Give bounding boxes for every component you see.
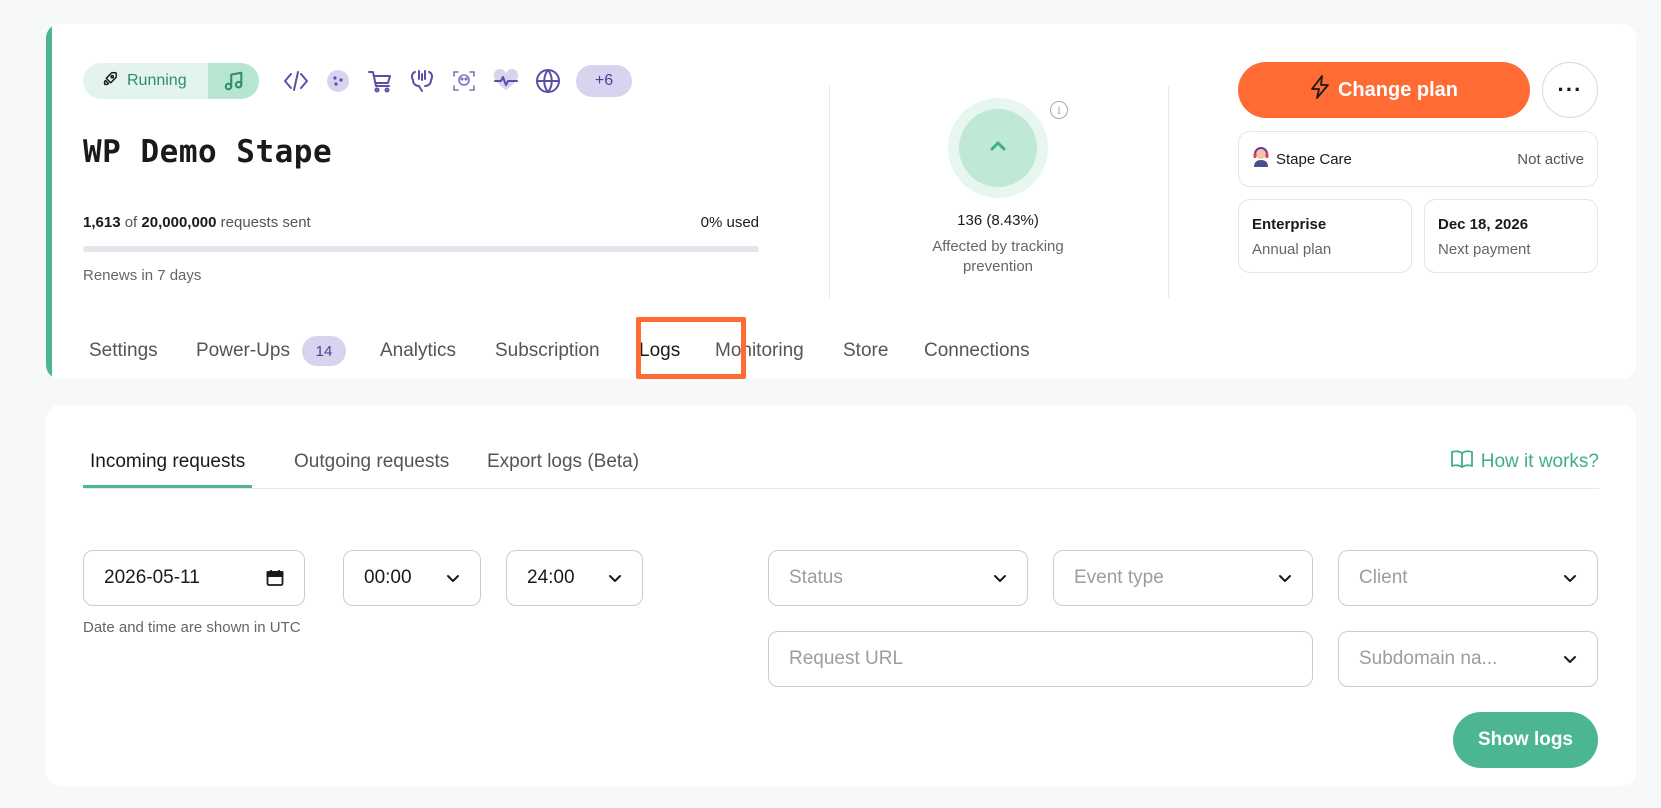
- event-type-placeholder: Event type: [1074, 567, 1164, 588]
- date-picker[interactable]: 2026-05-11: [83, 550, 305, 606]
- power-ups-count-badge: 14: [301, 336, 346, 366]
- tab-connections[interactable]: Connections: [924, 324, 1030, 378]
- of-text: of: [124, 214, 138, 231]
- tab-monitoring[interactable]: Monitoring: [715, 324, 804, 378]
- tab-analytics[interactable]: Analytics: [380, 324, 456, 378]
- event-type-select[interactable]: Event type: [1053, 550, 1313, 606]
- time-from-select[interactable]: 00:00: [343, 550, 481, 606]
- chevron-down-icon: [1278, 574, 1292, 583]
- request-url-placeholder: Request URL: [789, 648, 904, 669]
- status-placeholder: Status: [789, 567, 843, 588]
- status-pill[interactable]: Running: [83, 63, 259, 99]
- tab-label: Settings: [89, 340, 158, 361]
- chevron-up-icon: [988, 139, 1008, 158]
- brain-icon[interactable]: [408, 67, 436, 95]
- tab-export-logs[interactable]: Export logs (Beta): [480, 438, 646, 486]
- plan-box: Enterprise Annual plan: [1238, 199, 1412, 273]
- info-icon[interactable]: i: [1050, 101, 1068, 119]
- usage-progress-bar: [83, 246, 759, 252]
- usage-percent: 0% used: [700, 214, 759, 231]
- renews-text: Renews in 7 days: [83, 267, 202, 284]
- tab-incoming-requests[interactable]: Incoming requests: [83, 438, 253, 488]
- tab-label: Logs: [639, 340, 681, 361]
- tab-settings[interactable]: Settings: [89, 324, 158, 378]
- cookie-icon[interactable]: [324, 67, 352, 95]
- face-scan-icon[interactable]: [450, 67, 478, 95]
- chevron-down-icon: [446, 574, 460, 583]
- more-power-ups-badge[interactable]: +6: [576, 65, 632, 97]
- how-it-works-label: How it works?: [1480, 451, 1599, 472]
- music-icon: [208, 63, 259, 99]
- stape-care-label: Stape Care: [1276, 150, 1352, 168]
- code-icon[interactable]: [282, 67, 310, 95]
- chevron-down-icon: [1563, 574, 1577, 583]
- globe-icon[interactable]: [534, 67, 562, 95]
- tab-label: Subscription: [495, 340, 600, 361]
- logs-sub-tabs: Incoming requests Outgoing requests Expo…: [83, 438, 1599, 489]
- container-card: Running +6 WP Demo Stape 1,613 of 20,000…: [46, 24, 1636, 379]
- rocket-icon: [101, 70, 119, 93]
- time-from-value: 00:00: [364, 567, 412, 588]
- heartbeat-icon[interactable]: [492, 67, 520, 95]
- utc-note: Date and time are shown in UTC: [83, 619, 301, 636]
- request-url-input[interactable]: Request URL: [768, 631, 1313, 687]
- stape-care-box[interactable]: Stape Care Not active: [1238, 131, 1598, 187]
- change-plan-label: Change plan: [1337, 78, 1458, 101]
- more-options-button[interactable]: ···: [1542, 62, 1598, 118]
- subdomain-select[interactable]: Subdomain na...: [1338, 631, 1598, 687]
- show-logs-button[interactable]: Show logs: [1453, 712, 1598, 768]
- subdomain-placeholder: Subdomain na...: [1359, 648, 1498, 669]
- calendar-icon[interactable]: [266, 569, 284, 587]
- chevron-down-icon: [608, 574, 622, 583]
- cart-icon[interactable]: [366, 67, 394, 95]
- status-accent-bar: [46, 24, 52, 379]
- tab-store[interactable]: Store: [843, 324, 888, 378]
- logs-card: Incoming requests Outgoing requests Expo…: [46, 405, 1636, 786]
- next-payment-date: Dec 18, 2026: [1438, 216, 1529, 233]
- requests-suffix: requests sent: [220, 214, 311, 231]
- power-up-icons: +6: [282, 63, 632, 99]
- tracking-prevention-label: Affected by tracking prevention: [932, 238, 1064, 275]
- date-value: 2026-05-11: [104, 567, 200, 588]
- main-tabs: Settings Power-Ups 14 Analytics Subscrip…: [83, 324, 1599, 379]
- tab-subscription[interactable]: Subscription: [495, 324, 600, 378]
- tab-label: Store: [843, 340, 889, 361]
- time-to-value: 24:00: [527, 567, 575, 588]
- requests-limit: 20,000,000: [141, 214, 217, 231]
- change-plan-button[interactable]: Change plan: [1238, 62, 1530, 118]
- plan-period: Annual plan: [1252, 241, 1332, 258]
- plan-name: Enterprise: [1252, 216, 1327, 233]
- client-placeholder: Client: [1359, 567, 1408, 588]
- requests-usage: 1,613 of 20,000,000 requests sent 0% use…: [83, 214, 759, 231]
- next-payment-label: Next payment: [1438, 241, 1531, 258]
- divider: [1168, 86, 1169, 298]
- container-name: WP Demo Stape: [83, 134, 333, 170]
- stape-care-state: Not active: [1517, 150, 1584, 168]
- client-select[interactable]: Client: [1338, 550, 1598, 606]
- tracking-prevention-count: 136 (8.43%): [957, 212, 1039, 229]
- tracking-prevention-indicator: [948, 98, 1048, 198]
- support-agent-icon: [1252, 146, 1270, 172]
- tab-label: Monitoring: [715, 340, 804, 361]
- tab-label: Power-Ups: [196, 340, 290, 361]
- tab-outgoing-requests[interactable]: Outgoing requests: [287, 438, 456, 486]
- tab-logs[interactable]: Logs: [639, 324, 680, 378]
- time-to-select[interactable]: 24:00: [506, 550, 643, 606]
- chevron-down-icon: [993, 574, 1007, 583]
- how-it-works-link[interactable]: How it works?: [1450, 438, 1599, 486]
- divider: [829, 86, 830, 298]
- lightning-icon: [1310, 75, 1330, 105]
- next-payment-box: Dec 18, 2026 Next payment: [1424, 199, 1598, 273]
- tab-label: Connections: [924, 340, 1030, 361]
- book-icon: [1450, 449, 1473, 475]
- status-label: Running: [127, 72, 187, 89]
- requests-sent: 1,613: [83, 214, 121, 231]
- chevron-down-icon: [1563, 655, 1577, 664]
- tab-power-ups[interactable]: Power-Ups 14: [196, 324, 346, 378]
- status-select[interactable]: Status: [768, 550, 1028, 606]
- tab-label: Analytics: [380, 340, 457, 361]
